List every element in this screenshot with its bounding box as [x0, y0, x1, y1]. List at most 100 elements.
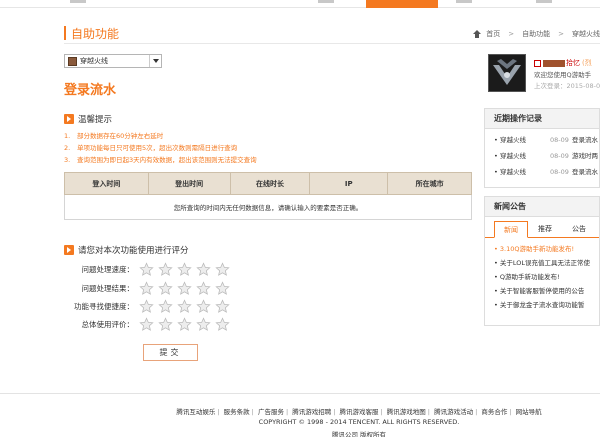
list-item: 2. 单项功能每日只可使用5次，超出次数则需隔日进行查询 [64, 144, 238, 152]
footer-link[interactable]: 网站导航 [516, 408, 542, 416]
rating-row-result: 问题处理结果： [64, 281, 234, 296]
column-header: 所在城市 [387, 172, 472, 195]
avatar[interactable] [488, 54, 526, 92]
table-header-row: 登入时间 登出时间 在线时长 IP 所在城市 [64, 172, 472, 195]
recent-ops-panel: 近期操作记录 • 穿越火线 08-09 登录流水 • 穿越火线 08-09 游戏时两 • 穿越… [484, 108, 600, 188]
breadcrumb: 首页 > 自助功能 > 穿越火线 [473, 29, 600, 39]
rating-label: 问题处理速度： [81, 265, 135, 274]
footer-link[interactable]: 腾讯游戏活动 [434, 408, 473, 416]
star-icon[interactable] [196, 299, 211, 314]
login-records-table: 登入时间 登出时间 在线时长 IP 所在城市 您所查询的时间内无任何数据信息，请… [64, 172, 472, 220]
news-item[interactable]: • 关于智能客服暂停使用的公告 [494, 284, 599, 298]
star-icon[interactable] [158, 317, 173, 332]
breadcrumb-category[interactable]: 自助功能 [522, 29, 550, 39]
column-header: 登入时间 [64, 172, 149, 195]
rating-heading: 请您对本次功能使用进行评分 [78, 246, 189, 256]
tab-announcement[interactable]: 公告 [562, 221, 596, 237]
star-icon[interactable] [196, 262, 211, 277]
star-icon[interactable] [158, 281, 173, 296]
star-icon[interactable] [215, 281, 230, 296]
footer-link[interactable]: 商务合作 [481, 408, 507, 416]
chevron-down-icon[interactable] [149, 55, 161, 67]
footer-divider [0, 393, 600, 394]
welcome-text: 欢迎您使用Q游助手 [534, 71, 592, 79]
list-item[interactable]: • 穿越火线 08-09 游戏时两 [494, 148, 599, 164]
star-icon[interactable] [139, 281, 154, 296]
star-icon[interactable] [196, 317, 211, 332]
game-select-value: 穿越火线 [80, 57, 108, 65]
star-icon[interactable] [196, 281, 211, 296]
game-icon [68, 56, 77, 66]
avatar-emblem-icon [489, 55, 525, 91]
nav-item-marker [70, 0, 86, 3]
star-icon[interactable] [139, 299, 154, 314]
rating-row-speed: 问题处理速度： [64, 262, 234, 277]
rating-label: 功能寻找便捷度： [74, 302, 134, 311]
game-select-dropdown[interactable]: 穿越火线 [64, 54, 162, 68]
footer-link[interactable]: 腾讯互动娱乐 [176, 408, 215, 416]
submit-button[interactable]: 提交 [143, 344, 198, 361]
news-item[interactable]: • 3.10Q游助手新功能发布! [494, 242, 599, 256]
footer-link[interactable]: 腾讯游戏客服 [340, 408, 379, 416]
news-item[interactable]: • 关于LOL误充值工具无法正常使 [494, 256, 599, 270]
star-group [139, 281, 234, 296]
star-icon[interactable] [215, 299, 230, 314]
tips-heading: 温馨提示 [78, 115, 113, 125]
column-header: IP [309, 172, 389, 195]
page-title: 登录流水 [64, 83, 117, 98]
top-nav-bar [0, 0, 600, 8]
column-header: 登出时间 [147, 172, 231, 195]
tips-list: 1. 部分数据存在60分钟左右延时 2. 单项功能每日只可使用5次，超出次数则需隔日… [64, 130, 257, 166]
star-icon[interactable] [215, 262, 230, 277]
star-icon[interactable] [158, 299, 173, 314]
table-row: 您所查询的时间内无任何数据信息，请确认输入的要素是否正确。 [64, 194, 472, 220]
home-icon[interactable] [473, 30, 482, 38]
footer-link[interactable]: 广告服务 [258, 408, 284, 416]
page-header: 自助功能 首页 > 自助功能 > 穿越火线 [64, 22, 600, 44]
star-group [139, 317, 234, 332]
column-header: 在线时长 [229, 172, 311, 195]
star-icon[interactable] [215, 317, 230, 332]
list-item[interactable]: • 穿越火线 08-09 登录流水 [494, 164, 599, 180]
list-item: 3. 查询范围为即日起3天内有效数据，超出该范围则无法提交查询 [64, 156, 257, 164]
user-name: 拾忆 (烈 [534, 58, 592, 68]
star-icon[interactable] [177, 299, 192, 314]
footer-company: 腾讯公司 版权所有 [331, 431, 387, 437]
news-item[interactable]: • 关于御龙金子流水查询功能暂 [494, 298, 599, 312]
tab-news[interactable]: 新闻 [494, 221, 528, 238]
nav-item-marker [456, 0, 472, 3]
user-profile-card: 拾忆 (烈 欢迎您使用Q游助手 上次登录：2015-08-0 [484, 52, 600, 98]
breadcrumb-current: 穿越火线 [572, 30, 600, 38]
star-icon[interactable] [139, 317, 154, 332]
list-item[interactable]: • 穿越火线 08-09 登录流水 [494, 132, 599, 148]
breadcrumb-separator: > [558, 30, 564, 38]
star-icon[interactable] [139, 262, 154, 277]
name-redaction [543, 59, 565, 67]
play-arrow-icon [64, 245, 74, 255]
rating-label: 问题处理结果： [81, 284, 135, 293]
footer-link[interactable]: 腾讯游戏招聘 [292, 408, 331, 416]
section-title: 自助功能 [71, 27, 120, 41]
last-login-text: 上次登录：2015-08-0 [534, 82, 600, 90]
star-icon[interactable] [177, 317, 192, 332]
play-arrow-icon [64, 114, 74, 124]
star-icon[interactable] [158, 262, 173, 277]
recent-ops-list: • 穿越火线 08-09 登录流水 • 穿越火线 08-09 游戏时两 • 穿越火线 08-09… [485, 129, 599, 180]
recent-ops-heading: 近期操作记录 [485, 109, 599, 129]
footer-link[interactable]: 服务条款 [224, 408, 250, 416]
star-icon[interactable] [177, 262, 192, 277]
breadcrumb-home[interactable]: 首页 [486, 29, 500, 39]
nav-item-marker [536, 0, 552, 3]
list-item: 1. 部分数据存在60分钟左右延时 [64, 132, 164, 140]
rating-label: 总体使用评价： [81, 320, 135, 329]
tab-recommend[interactable]: 推荐 [528, 221, 562, 237]
rating-row-overall: 总体使用评价： [64, 317, 234, 332]
footer-link[interactable]: 腾讯游戏地图 [387, 408, 426, 416]
breadcrumb-separator: > [508, 30, 515, 38]
nav-item-marker [318, 0, 334, 3]
nav-active-tab[interactable] [366, 0, 438, 8]
star-icon[interactable] [177, 281, 192, 296]
vip-icon [534, 59, 541, 67]
star-group [139, 262, 234, 277]
news-item[interactable]: • Q游助手新功能发布! [494, 270, 599, 284]
